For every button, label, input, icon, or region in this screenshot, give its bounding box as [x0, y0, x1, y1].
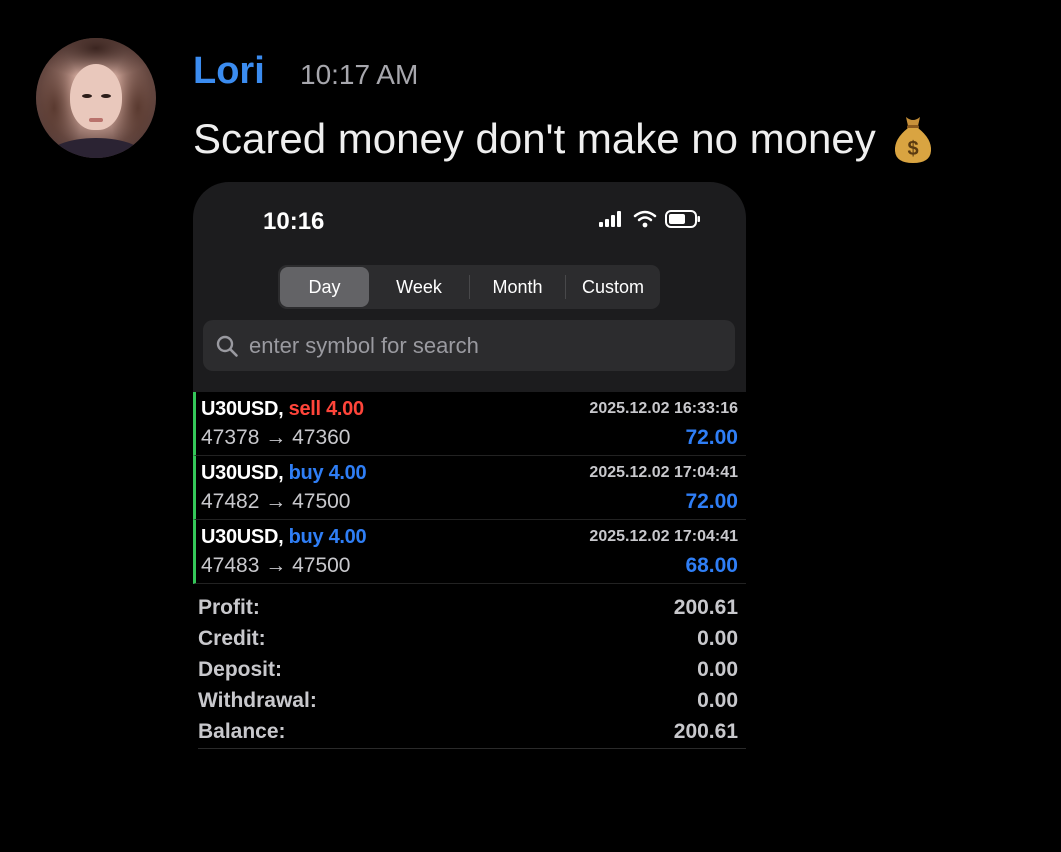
summary-row-deposit: Deposit: 0.00 [198, 654, 741, 685]
summary-value: 0.00 [697, 626, 738, 650]
avatar-eye [82, 94, 92, 98]
trade-open-price: 47378 [201, 426, 260, 449]
summary-row-withdrawal: Withdrawal: 0.00 [198, 685, 741, 716]
trade-row[interactable]: U30USD, buy 4.00 47482 → 47500 2025.12.0… [193, 456, 746, 520]
trade-row[interactable]: U30USD, sell 4.00 47378 → 47360 2025.12.… [193, 392, 746, 456]
summary-label: Balance: [198, 719, 286, 743]
trade-volume: 4.00 [328, 526, 367, 548]
cellular-signal-icon [599, 211, 625, 232]
trade-prices: 47378 → 47360 [201, 426, 351, 450]
trade-close-price: 47500 [292, 554, 351, 577]
trade-symbol-name: U30USD, [201, 526, 284, 548]
trade-profit: 68.00 [685, 554, 738, 577]
trade-symbol: U30USD, buy 4.00 [201, 462, 367, 485]
trade-symbol: U30USD, sell 4.00 [201, 398, 364, 421]
summary-value: 0.00 [697, 688, 738, 712]
period-segmented-control: Day Week Month Custom [278, 265, 660, 309]
trade-symbol-name: U30USD, [201, 398, 284, 420]
message-timestamp: 10:17 AM [300, 59, 419, 90]
summary-value: 200.61 [673, 719, 738, 743]
trade-open-price: 47483 [201, 554, 260, 577]
username[interactable]: Lori [193, 50, 265, 93]
status-bar-icons [599, 210, 701, 233]
search-icon [215, 334, 239, 358]
trade-symbol: U30USD, buy 4.00 [201, 526, 367, 549]
avatar-mouth [89, 118, 103, 122]
segment-day[interactable]: Day [280, 267, 369, 307]
trade-volume: 4.00 [326, 398, 364, 420]
trade-datetime: 2025.12.02 16:33:16 [589, 400, 738, 417]
account-summary: Profit: 200.61 Credit: 0.00 Deposit: 0.0… [198, 592, 741, 747]
trade-close-price: 47360 [292, 426, 351, 449]
summary-label: Deposit: [198, 657, 282, 681]
trade-symbol-name: U30USD, [201, 462, 284, 484]
summary-divider [198, 748, 746, 749]
trade-profit: 72.00 [685, 490, 738, 513]
arrow-right-icon: → [265, 554, 287, 577]
summary-row-profit: Profit: 200.61 [198, 592, 741, 623]
trade-prices: 47482 → 47500 [201, 490, 351, 514]
summary-row-balance: Balance: 200.61 [198, 716, 741, 747]
symbol-search-bar[interactable] [203, 320, 735, 371]
user-avatar[interactable] [36, 38, 156, 158]
arrow-right-icon: → [265, 426, 287, 449]
trade-datetime: 2025.12.02 17:04:41 [589, 464, 738, 481]
summary-label: Credit: [198, 626, 266, 650]
trade-volume: 4.00 [328, 462, 367, 484]
segment-month[interactable]: Month [470, 267, 565, 307]
trade-list: U30USD, sell 4.00 47378 → 47360 2025.12.… [193, 392, 746, 584]
summary-label: Profit: [198, 595, 260, 619]
trade-datetime: 2025.12.02 17:04:41 [589, 528, 738, 545]
screenshot-header: 10:16 Day Week Month Custom enter symbol… [193, 182, 746, 392]
segment-week[interactable]: Week [369, 267, 469, 307]
message-text-content: Scared money don't make no money [193, 115, 876, 162]
svg-text:$: $ [907, 138, 918, 160]
summary-row-credit: Credit: 0.00 [198, 623, 741, 654]
trade-side: buy [288, 462, 324, 484]
wifi-icon [633, 210, 657, 233]
symbol-search-input[interactable] [247, 331, 721, 360]
segment-custom[interactable]: Custom [566, 267, 660, 307]
summary-label: Withdrawal: [198, 688, 317, 712]
trade-prices: 47483 → 47500 [201, 554, 351, 578]
money-bag-emoji-icon: $ [892, 113, 934, 165]
summary-value: 200.61 [673, 595, 738, 619]
trade-close-price: 47500 [292, 490, 351, 513]
trade-open-price: 47482 [201, 490, 260, 513]
summary-value: 0.00 [697, 657, 738, 681]
trade-row[interactable]: U30USD, buy 4.00 47483 → 47500 2025.12.0… [193, 520, 746, 584]
trade-side: buy [288, 526, 324, 548]
trade-profit: 72.00 [685, 426, 738, 449]
trade-side: sell [288, 398, 321, 420]
status-bar-time: 10:16 [263, 208, 325, 235]
message-text: Scared money don't make no money $ [193, 113, 934, 165]
trade-history-screenshot: 10:16 Day Week Month Custom enter symbol… [193, 182, 746, 752]
chat-message: Lori 10:17 AM Scared money don't make no… [0, 0, 1061, 852]
avatar-eye [101, 94, 111, 98]
arrow-right-icon: → [265, 490, 287, 513]
battery-icon [665, 210, 701, 233]
